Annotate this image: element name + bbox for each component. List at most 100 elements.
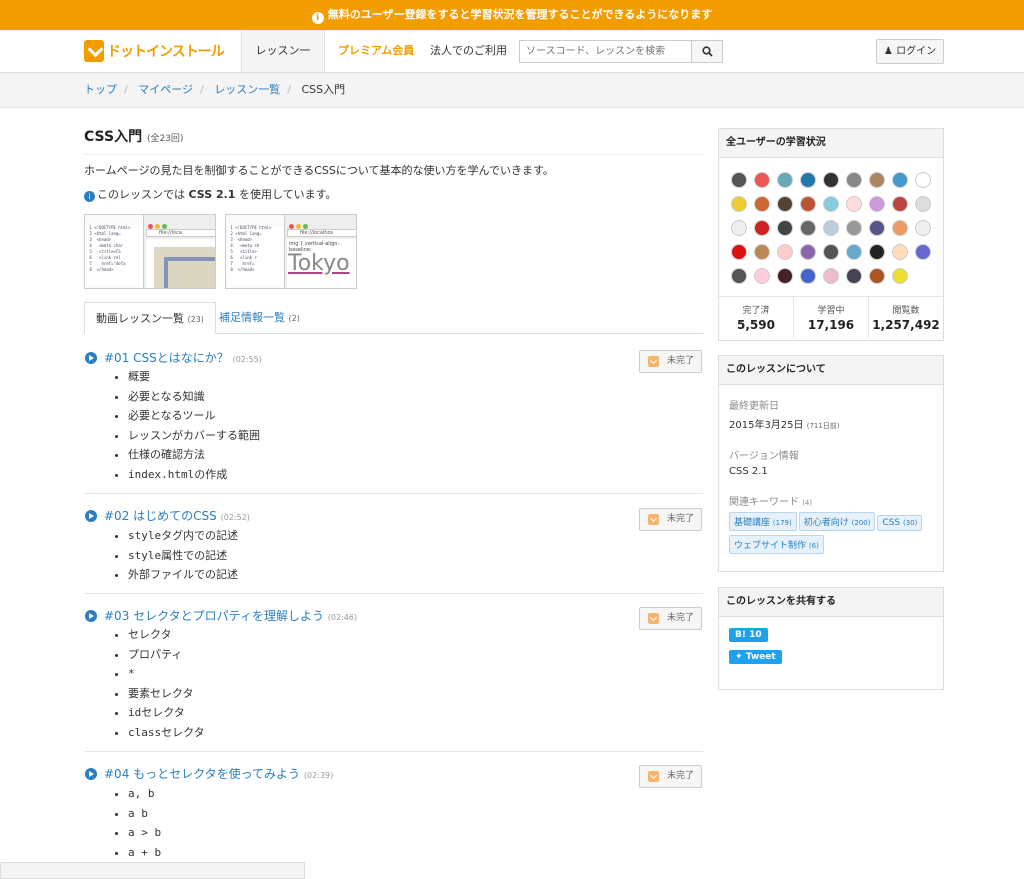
user-avatar[interactable] bbox=[869, 196, 885, 212]
user-avatar[interactable] bbox=[777, 244, 793, 260]
user-avatar[interactable] bbox=[846, 172, 862, 188]
updated-label: 最終更新日 bbox=[729, 401, 779, 412]
lesson-link[interactable]: #04 もっとセレクタを使ってみよう (02:39) bbox=[85, 765, 333, 782]
user-avatar[interactable] bbox=[777, 196, 793, 212]
user-avatar[interactable] bbox=[869, 220, 885, 236]
user-avatar[interactable] bbox=[754, 220, 770, 236]
user-avatar[interactable] bbox=[846, 196, 862, 212]
nav-corporate[interactable]: 法人でのご利用 bbox=[418, 30, 519, 72]
lesson-title[interactable]: #01 CSSとはなにか？ bbox=[104, 351, 229, 365]
login-label: ログイン bbox=[896, 46, 937, 57]
user-avatar[interactable] bbox=[754, 268, 770, 284]
user-avatar[interactable] bbox=[846, 268, 862, 284]
user-avatar[interactable] bbox=[800, 196, 816, 212]
user-avatar[interactable] bbox=[892, 196, 908, 212]
version-note: i このレッスンでは CSS 2.1 を使用しています。 bbox=[84, 186, 703, 202]
keyword-count: (6) bbox=[808, 542, 819, 550]
search-button[interactable] bbox=[691, 40, 723, 63]
user-avatar[interactable] bbox=[915, 172, 931, 188]
user-avatar[interactable] bbox=[892, 244, 908, 260]
topic-item: セレクタ bbox=[128, 625, 205, 645]
topic-item: a + b bbox=[128, 843, 161, 863]
user-avatar[interactable] bbox=[823, 196, 839, 212]
user-avatar[interactable] bbox=[800, 244, 816, 260]
user-avatar[interactable] bbox=[754, 196, 770, 212]
user-avatar[interactable] bbox=[915, 244, 931, 260]
user-avatar[interactable] bbox=[731, 268, 747, 284]
about-body: 最終更新日 2015年3月25日 (711日前) バージョン情報 CSS 2.1… bbox=[719, 385, 943, 562]
user-avatar[interactable] bbox=[731, 220, 747, 236]
search-input[interactable] bbox=[519, 40, 692, 63]
user-avatar[interactable] bbox=[915, 220, 931, 236]
user-avatar[interactable] bbox=[915, 196, 931, 212]
topic-item: 仕様の確認方法 bbox=[128, 445, 260, 465]
tweet-label: Tweet bbox=[745, 652, 776, 662]
status-button[interactable]: 未完了 bbox=[639, 765, 702, 788]
user-avatar[interactable] bbox=[754, 172, 770, 188]
status-label: 未完了 bbox=[667, 356, 695, 366]
status-button[interactable]: 未完了 bbox=[639, 508, 702, 531]
stat-value: 5,590 bbox=[737, 318, 775, 332]
user-avatar[interactable] bbox=[892, 268, 908, 284]
lesson-title[interactable]: #04 もっとセレクタを使ってみよう bbox=[104, 767, 300, 781]
breadcrumb-top[interactable]: トップ bbox=[84, 83, 117, 96]
thumbnail-code: 1 <!DOCTYPE html> 2 <html lang= 3 <head>… bbox=[228, 225, 286, 287]
user-avatar[interactable] bbox=[846, 220, 862, 236]
user-avatar[interactable] bbox=[777, 172, 793, 188]
user-avatar[interactable] bbox=[823, 172, 839, 188]
thumbnail-1[interactable]: 1 <!DOCTYPE html> 2 <html lang= 3 <head>… bbox=[84, 214, 216, 289]
user-avatar[interactable] bbox=[731, 196, 747, 212]
user-avatar[interactable] bbox=[823, 220, 839, 236]
user-avatar[interactable] bbox=[731, 172, 747, 188]
lesson-link[interactable]: #02 はじめてのCSS (02:52) bbox=[85, 507, 250, 524]
breadcrumb: トップ / マイページ / レッスン一覧 / CSS入門 bbox=[0, 73, 1024, 108]
user-avatar[interactable] bbox=[823, 268, 839, 284]
user-avatar[interactable] bbox=[846, 244, 862, 260]
user-avatar[interactable] bbox=[754, 244, 770, 260]
user-avatar[interactable] bbox=[869, 244, 885, 260]
breadcrumb-mypage[interactable]: マイページ bbox=[138, 83, 193, 96]
user-avatar[interactable] bbox=[869, 268, 885, 284]
status-label: 未完了 bbox=[667, 613, 695, 623]
user-avatar[interactable] bbox=[800, 172, 816, 188]
tab-video-lessons[interactable]: 動画レッスン一覧 (23) bbox=[84, 302, 216, 334]
user-avatar[interactable] bbox=[869, 172, 885, 188]
nav-lessons[interactable]: レッスン一覧 bbox=[241, 30, 325, 99]
download-icon bbox=[648, 514, 659, 525]
status-button[interactable]: 未完了 bbox=[639, 350, 702, 373]
lesson-title[interactable]: #02 はじめてのCSS bbox=[104, 509, 217, 523]
user-avatar[interactable] bbox=[823, 244, 839, 260]
panel-title: このレッスンについて bbox=[719, 356, 943, 385]
keyword-tag[interactable]: CSS (30) bbox=[877, 515, 923, 531]
user-avatar[interactable] bbox=[777, 268, 793, 284]
user-avatar[interactable] bbox=[731, 244, 747, 260]
logo-download-icon bbox=[84, 40, 104, 62]
user-avatar[interactable] bbox=[892, 220, 908, 236]
breadcrumb-lessons[interactable]: レッスン一覧 bbox=[214, 83, 280, 96]
registration-banner[interactable]: i 無料のユーザー登録をすると学習状況を管理することができるようになります bbox=[0, 0, 1024, 30]
topic-item: プロパティ bbox=[128, 645, 205, 665]
lesson-duration: (02:39) bbox=[303, 771, 334, 780]
logo[interactable]: ドットインストール bbox=[84, 39, 225, 63]
nav-premium[interactable]: プレミアム会員 bbox=[326, 30, 426, 72]
status-button[interactable]: 未完了 bbox=[639, 607, 702, 630]
lesson-title[interactable]: #03 セレクタとプロパティを理解しよう bbox=[104, 609, 324, 623]
hatena-bookmark-button[interactable]: B! 10 bbox=[729, 628, 768, 642]
login-button[interactable]: ♟ ログイン bbox=[876, 39, 944, 64]
keyword-name: 基礎講座 bbox=[734, 518, 771, 528]
user-avatar[interactable] bbox=[892, 172, 908, 188]
user-avatar[interactable] bbox=[777, 220, 793, 236]
thumbnail-2[interactable]: 1 <!DOCTYPE html> 2 <html lang= 3 <head>… bbox=[225, 214, 357, 289]
user-avatar[interactable] bbox=[800, 220, 816, 236]
user-avatar[interactable] bbox=[800, 268, 816, 284]
tab-label: 補足情報一覧 bbox=[219, 311, 285, 324]
keyword-tag[interactable]: 初心者向け (200) bbox=[798, 512, 876, 531]
keyword-tag[interactable]: ウェブサイト制作 (6) bbox=[729, 535, 824, 554]
lesson-link[interactable]: #01 CSSとはなにか？ (02:55) bbox=[85, 349, 262, 366]
tweet-button[interactable]: ✦ Tweet bbox=[729, 650, 782, 664]
lesson-link[interactable]: #03 セレクタとプロパティを理解しよう (02:46) bbox=[85, 607, 357, 624]
user-icon: ♟ bbox=[883, 46, 893, 57]
tab-supplementary[interactable]: 補足情報一覧 (2) bbox=[208, 302, 311, 334]
thumbnail-url: file://localhos bbox=[287, 229, 356, 237]
keyword-tag[interactable]: 基礎講座 (179) bbox=[729, 512, 797, 531]
